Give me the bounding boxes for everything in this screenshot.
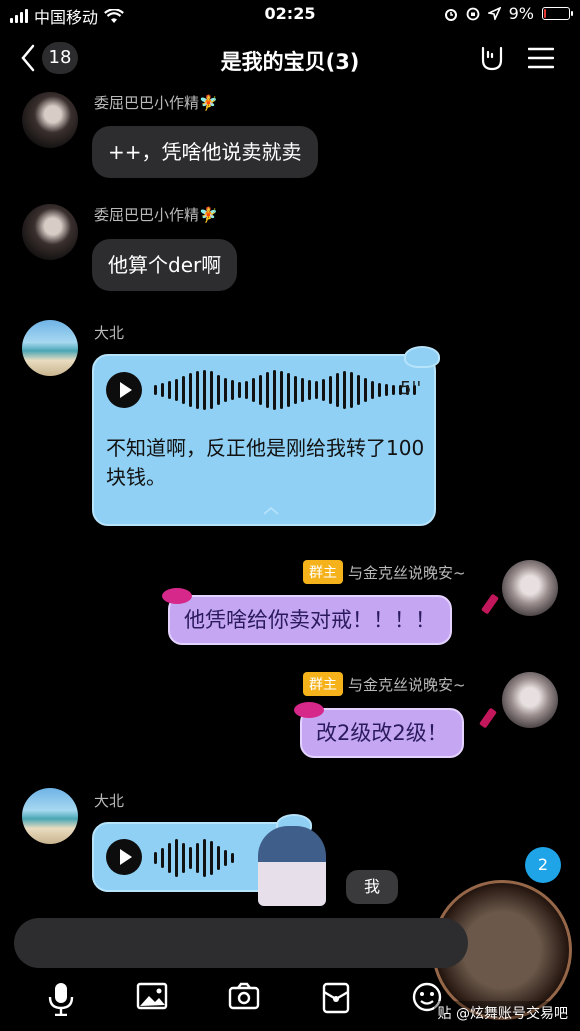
waveform-bar	[350, 372, 353, 408]
waveform-bar	[259, 375, 262, 405]
avatar[interactable]	[22, 320, 78, 376]
waveform-bar	[322, 379, 325, 401]
waveform-bar	[301, 378, 304, 402]
sender-name: 大北	[94, 324, 125, 342]
camera-icon[interactable]	[228, 982, 260, 1010]
waveform-bar	[189, 373, 192, 407]
avatar[interactable]	[502, 672, 558, 728]
waveform-bar	[238, 382, 241, 398]
waveform-bar	[154, 852, 157, 864]
waveform-bar	[189, 847, 192, 869]
me-tag: 我	[346, 870, 398, 904]
waveform-bar	[168, 381, 171, 399]
chat-header: 18 是我的宝贝(3)	[0, 34, 580, 84]
voice-transcript: 不知道啊，反正他是刚给我转了100块钱。	[106, 436, 425, 489]
waveform-bar	[182, 376, 185, 404]
waveform-bar	[217, 846, 220, 870]
message-bubble[interactable]: 他算个der啊	[92, 239, 238, 291]
battery-icon	[542, 7, 573, 20]
avatar[interactable]	[22, 204, 78, 260]
waveform-bar	[231, 380, 234, 400]
waveform-bar	[231, 853, 234, 863]
whale-decoration-icon	[404, 346, 440, 368]
message-bubble[interactable]: 他凭啥给你卖对戒！！！！	[168, 595, 452, 645]
lipstick-decoration-icon	[480, 593, 500, 615]
menu-icon[interactable]	[528, 47, 554, 69]
owner-badge: 群主	[303, 560, 343, 584]
alarm-icon	[444, 8, 457, 21]
waveform-bar	[245, 381, 248, 399]
waveform-bar	[224, 378, 227, 402]
image-icon[interactable]	[136, 982, 168, 1010]
chevron-up-icon[interactable]	[262, 506, 280, 516]
waveform-bar	[329, 376, 332, 404]
waveform-bar	[196, 843, 199, 873]
waveform	[154, 368, 416, 412]
waveform-bar	[371, 381, 374, 399]
waveform-bar	[315, 381, 318, 399]
waveform-bar	[224, 850, 227, 866]
sender-name: 与金克丝说晚安~	[348, 676, 466, 694]
message-bubble[interactable]: ++，凭啥他说卖就卖	[92, 126, 318, 178]
play-icon[interactable]	[106, 372, 142, 408]
sender-name: 委屈巴巴小作精🧚	[94, 206, 218, 224]
waveform-bar	[161, 383, 164, 397]
waveform-bar	[392, 385, 395, 395]
play-icon[interactable]	[106, 839, 142, 875]
waveform-bar	[210, 841, 213, 875]
rock-hand-icon[interactable]	[478, 44, 506, 72]
waveform-bar	[280, 371, 283, 409]
waveform-bar	[168, 843, 171, 873]
voice-message-card[interactable]: 5'' 不知道啊，反正他是刚给我转了100块钱。	[92, 354, 436, 526]
red-packet-icon[interactable]	[322, 982, 350, 1014]
waveform-bar	[287, 373, 290, 407]
waveform-bar	[343, 371, 346, 409]
waveform-bar	[308, 380, 311, 400]
waveform-bar	[175, 379, 178, 401]
waveform-bar	[203, 370, 206, 410]
voice-duration: 5''	[400, 378, 422, 399]
location-icon	[487, 7, 501, 20]
avatar[interactable]	[22, 92, 78, 148]
waveform-bar	[175, 839, 178, 877]
lipstick-decoration-icon	[478, 707, 498, 729]
waveform-bar	[203, 839, 206, 877]
waveform-bar	[273, 370, 276, 410]
anime-sticker	[258, 826, 326, 906]
message-input[interactable]	[14, 918, 468, 968]
unread-badge[interactable]: 2	[525, 847, 561, 883]
lips-decoration-icon	[294, 702, 324, 718]
waveform-bar	[161, 848, 164, 868]
waveform-bar	[336, 373, 339, 407]
avatar[interactable]	[502, 560, 558, 616]
waveform-bar	[378, 383, 381, 397]
waveform-bar	[364, 378, 367, 402]
lips-decoration-icon	[162, 588, 192, 604]
waveform	[154, 836, 234, 880]
waveform-bar	[217, 375, 220, 405]
waveform-bar	[266, 372, 269, 408]
microphone-icon[interactable]	[48, 982, 74, 1016]
owner-badge: 群主	[303, 672, 343, 696]
waveform-bar	[182, 843, 185, 873]
waveform-bar	[196, 371, 199, 409]
waveform-bar	[154, 385, 157, 395]
sender-name: 大北	[94, 792, 125, 810]
waveform-bar	[210, 371, 213, 409]
watermark-credit: 贴 @炫舞账号交易吧	[433, 1001, 572, 1025]
waveform-bar	[294, 376, 297, 404]
status-bar: 中国移动 02:25 9%	[0, 0, 580, 30]
lock-rotation-icon	[466, 7, 480, 20]
message-bubble[interactable]: 改2级改2级！	[300, 708, 464, 758]
battery-percent: 9%	[508, 4, 534, 23]
sender-name: 与金克丝说晚安~	[348, 564, 466, 582]
avatar[interactable]	[22, 788, 78, 844]
waveform-bar	[357, 375, 360, 405]
waveform-bar	[252, 378, 255, 402]
sender-name: 委屈巴巴小作精🧚	[94, 94, 218, 112]
waveform-bar	[385, 384, 388, 396]
